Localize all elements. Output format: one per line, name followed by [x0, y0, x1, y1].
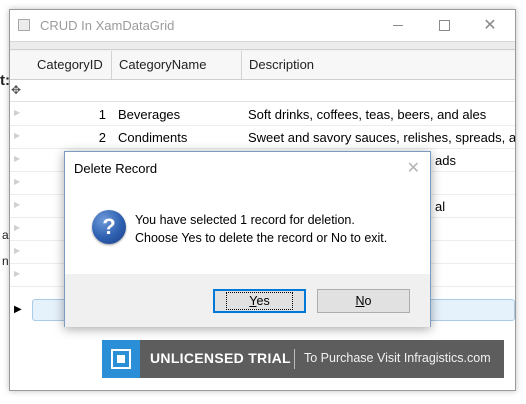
- delete-record-dialog: Delete Record ✕ ? You have selected 1 re…: [64, 151, 431, 327]
- row-selector-icon: ▶: [14, 154, 21, 163]
- no-button[interactable]: No: [317, 289, 410, 313]
- cell-description[interactable]: Sweet and savory sauces, relishes, sprea…: [248, 126, 515, 149]
- dialog-close-icon[interactable]: ✕: [407, 158, 420, 178]
- infragistics-logo: [102, 340, 140, 378]
- background-text-fragment: t:: [0, 72, 10, 89]
- dialog-message-line1: You have selected 1 record for deletion.: [135, 213, 355, 227]
- trial-banner-link[interactable]: To Purchase Visit Infragistics.com: [304, 351, 491, 365]
- no-label: o: [364, 294, 372, 308]
- add-new-record-row[interactable]: ✥: [10, 80, 515, 102]
- row-selector-icon: ▶: [14, 200, 21, 209]
- maximize-button[interactable]: [421, 10, 467, 41]
- column-header-categoryname[interactable]: CategoryName: [112, 51, 242, 79]
- grid-header-row: CategoryID CategoryName Description: [10, 51, 515, 80]
- yes-label: es: [256, 294, 270, 308]
- trial-banner-divider: [294, 349, 295, 369]
- cell-description[interactable]: Soft drinks, coffees, teas, beers, and a…: [248, 103, 515, 126]
- dialog-title: Delete Record: [74, 161, 158, 176]
- minimize-icon: [393, 25, 403, 26]
- yes-button-focus: Yes: [226, 292, 293, 310]
- maximize-icon: [438, 20, 450, 31]
- trial-banner: UNLICENSED TRIAL To Purchase Visit Infra…: [102, 340, 504, 378]
- row-selector-icon: ▶: [14, 269, 21, 278]
- close-icon: ✕: [483, 16, 497, 34]
- window-title: CRUD In XamDataGrid: [40, 18, 175, 33]
- row-selector-icon: ▶: [14, 131, 21, 140]
- close-button[interactable]: ✕: [467, 10, 513, 41]
- yes-mnemonic: Y: [249, 294, 257, 308]
- table-row[interactable]: ▶ 2 Condiments Sweet and savory sauces, …: [10, 126, 515, 149]
- toolbar-strip: [10, 41, 515, 50]
- cell-categoryname[interactable]: Beverages: [118, 103, 238, 126]
- add-record-icon: ✥: [11, 83, 22, 97]
- row-selector-icon: ▶: [14, 246, 21, 255]
- background-text-fragment: a: [2, 228, 9, 242]
- dialog-message-line2: Choose Yes to delete the record or No to…: [135, 231, 388, 245]
- column-header-description[interactable]: Description: [242, 51, 515, 79]
- yes-button[interactable]: Yes: [213, 289, 306, 313]
- cell-categoryid[interactable]: 2: [30, 126, 106, 149]
- app-icon: [18, 19, 30, 31]
- trial-banner-title: UNLICENSED TRIAL: [150, 350, 291, 366]
- logo-dot: [117, 355, 125, 363]
- question-icon: ?: [92, 210, 126, 244]
- cell-categoryid[interactable]: 1: [30, 103, 106, 126]
- active-row-indicator-icon: ▶: [14, 304, 22, 315]
- background-text-fragment: n: [2, 254, 9, 268]
- cell-description-partial[interactable]: al: [435, 195, 445, 218]
- no-mnemonic: N: [355, 294, 365, 308]
- cell-description-partial[interactable]: ads: [435, 149, 456, 172]
- table-row[interactable]: ▶ 1 Beverages Soft drinks, coffees, teas…: [10, 103, 515, 126]
- row-selector-icon: ▶: [14, 177, 21, 186]
- title-bar[interactable]: CRUD In XamDataGrid ✕: [10, 10, 515, 41]
- row-selector-icon: ▶: [14, 108, 21, 117]
- column-header-categoryid[interactable]: CategoryID: [30, 51, 112, 79]
- minimize-button[interactable]: [375, 10, 421, 41]
- cell-categoryname[interactable]: Condiments: [118, 126, 238, 149]
- row-selector-icon: ▶: [14, 223, 21, 232]
